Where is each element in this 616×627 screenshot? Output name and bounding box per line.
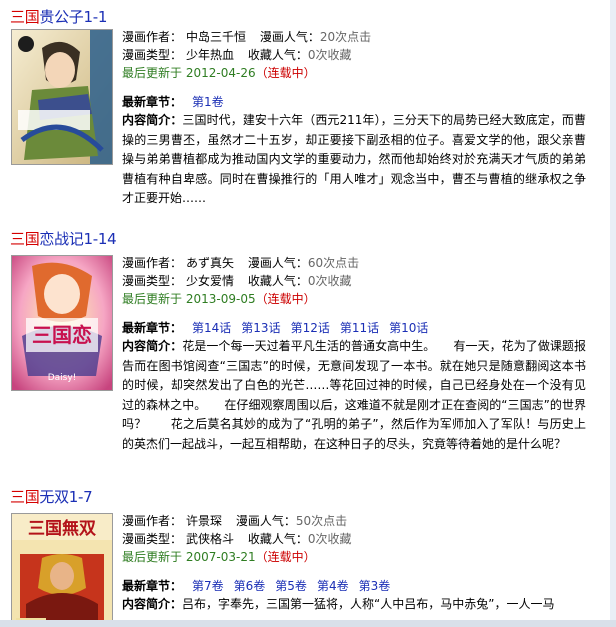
genre-value[interactable]: 武侠格斗 (186, 532, 234, 546)
summary: 内容简介：花是一个每一天过着平凡生活的普通女高中生。 有一天，花为了做课题报告而… (122, 339, 586, 451)
comic-entry-3: 三国无双1-7 三国無双 漫画作者： 许景琛 漫画人气：50次点击 漫画类型： 武侠… (0, 484, 608, 620)
author-name[interactable]: 许景琛 (186, 514, 222, 528)
chapter-link[interactable]: 第11话 (340, 321, 379, 335)
update-date: 2013-09-05 (185, 292, 256, 306)
update-row: 最后更新于 2007-03-21（连载中） (122, 550, 316, 564)
comic-info: 漫画作者： 许景琛 漫画人气：50次点击 漫画类型： 武侠格斗 收藏人气：0次收藏 … (122, 512, 586, 615)
chapter-link[interactable]: 第12话 (291, 321, 330, 335)
comic-title-link[interactable]: 三国恋战记1-14 (10, 228, 117, 249)
chapter-link[interactable]: 第3卷 (359, 579, 391, 593)
author-row: 漫画作者： 中岛三千恒 漫画人气：20次点击 (122, 30, 372, 44)
genre-value[interactable]: 少年热血 (186, 48, 234, 62)
comic-cover-image[interactable]: 三国恋 Daisy! (11, 255, 113, 391)
chapter-link[interactable]: 第4卷 (317, 579, 349, 593)
status-badge: （连载中） (255, 292, 316, 306)
comic-cover-image[interactable] (11, 29, 113, 165)
svg-text:三国無双: 三国無双 (28, 518, 96, 539)
update-row: 最后更新于 2012-04-26（连载中） (122, 66, 316, 80)
summary: 内容简介：三国时代，建安十六年（西元211年），三分天下的局势已经大致底定，而曹… (122, 113, 586, 205)
update-date: 2012-04-26 (185, 66, 256, 80)
svg-text:三国恋: 三国恋 (32, 323, 92, 347)
chapter-link[interactable]: 第10话 (389, 321, 428, 335)
favorite-count: 0次收藏 (307, 48, 352, 62)
favorite-count: 0次收藏 (307, 532, 352, 546)
favorite-count: 0次收藏 (307, 274, 352, 288)
chapter-link[interactable]: 第1卷 (192, 95, 224, 109)
author-row: 漫画作者： あず真矢 漫画人气：60次点击 (122, 256, 360, 270)
comic-info: 漫画作者： 中岛三千恒 漫画人气：20次点击 漫画类型： 少年热血 收藏人气：0次收… (122, 28, 586, 209)
author-row: 漫画作者： 许景琛 漫画人气：50次点击 (122, 514, 348, 528)
status-badge: （连载中） (255, 66, 316, 80)
chapter-link[interactable]: 第5卷 (275, 579, 307, 593)
chapter-link[interactable]: 第6卷 (234, 579, 266, 593)
latest-chapters: 最新章节： 第14话 第13话 第12话 第11话 第10话 (122, 321, 429, 335)
update-row: 最后更新于 2013-09-05（连载中） (122, 292, 316, 306)
genre-row: 漫画类型： 武侠格斗 收藏人气：0次收藏 (122, 532, 352, 546)
update-date: 2007-03-21 (185, 550, 256, 564)
status-badge: （连载中） (255, 550, 316, 564)
click-count: 60次点击 (307, 256, 360, 270)
author-name[interactable]: 中岛三千恒 (186, 30, 246, 44)
click-count: 50次点击 (295, 514, 348, 528)
latest-chapters: 最新章节： 第1卷 (122, 95, 224, 109)
author-name[interactable]: あず真矢 (186, 256, 234, 270)
genre-row: 漫画类型： 少女爱情 收藏人气：0次收藏 (122, 274, 352, 288)
comic-cover-image[interactable]: 三国無双 (11, 513, 113, 620)
comic-entry-1: 三国贵公子1-1 漫画作者： 中岛三千恒 漫画人气：20次点击 漫画类型： 少年… (0, 0, 608, 215)
chapter-link[interactable]: 第13话 (241, 321, 280, 335)
page-scroll-track (610, 0, 616, 627)
chapter-link[interactable]: 第14话 (192, 321, 231, 335)
chapter-link[interactable]: 第7卷 (192, 579, 224, 593)
summary-text: 吕布，字奉先，三国第一猛将，人称“人中吕布，马中赤兔”，一人一马 (182, 597, 555, 611)
horizontal-scrollbar[interactable] (0, 620, 616, 627)
summary-text: 三国时代，建安十六年（西元211年），三分天下的局势已经大致底定，而曹操的三男曹… (122, 113, 586, 205)
comic-title-link[interactable]: 三国贵公子1-1 (10, 6, 107, 27)
genre-row: 漫画类型： 少年热血 收藏人气：0次收藏 (122, 48, 352, 62)
summary: 内容简介：吕布，字奉先，三国第一猛将，人称“人中吕布，马中赤兔”，一人一马 (122, 597, 555, 611)
comic-title-link[interactable]: 三国无双1-7 (10, 486, 93, 507)
cover-publisher-text: Daisy! (48, 373, 77, 383)
genre-value[interactable]: 少女爱情 (186, 274, 234, 288)
comic-info: 漫画作者： あず真矢 漫画人气：60次点击 漫画类型： 少女爱情 收藏人气：0次收藏… (122, 254, 586, 454)
comic-entry-2: 三国恋战记1-14 三国恋 Daisy! 漫画作者： あず真矢 漫画人气：60次点… (0, 226, 608, 476)
latest-chapters: 最新章节： 第7卷 第6卷 第5卷 第4卷 第3卷 (122, 579, 391, 593)
summary-text: 花是一个每一天过着平凡生活的普通女高中生。 有一天，花为了做课题报告而在图书馆阅… (122, 339, 586, 451)
click-count: 20次点击 (319, 30, 372, 44)
